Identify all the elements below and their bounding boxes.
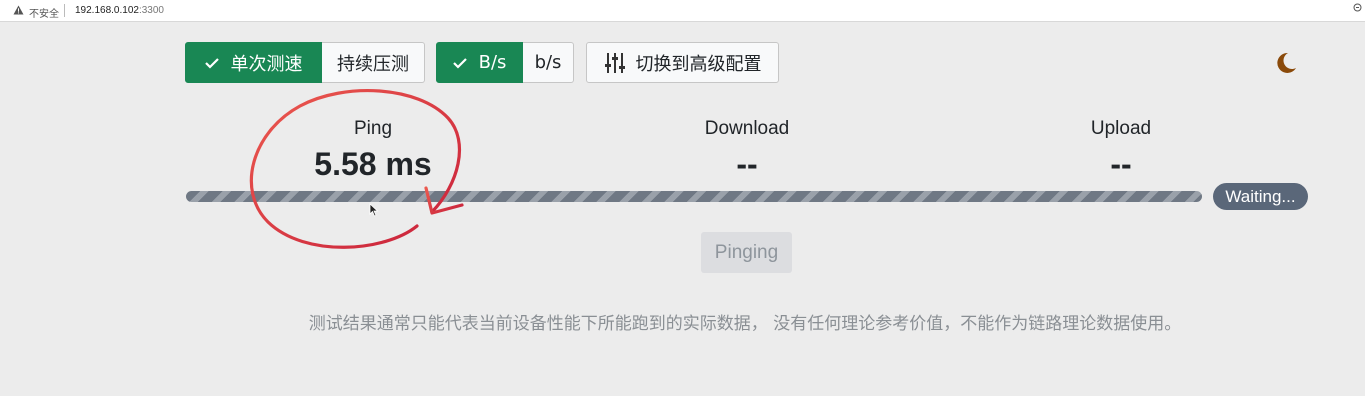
check-icon bbox=[452, 57, 467, 69]
url-host: 192.168.0.102 bbox=[75, 5, 139, 16]
unit-toggle-group: B/s b/s bbox=[436, 42, 574, 83]
continuous-test-label: 持续压测 bbox=[337, 53, 409, 75]
divider bbox=[64, 4, 65, 17]
progress-fill-striped bbox=[186, 191, 1202, 202]
download-stat: Download -- bbox=[627, 118, 867, 183]
url-port: :3300 bbox=[138, 5, 164, 16]
mouse-cursor-icon bbox=[369, 203, 379, 217]
bytes-unit-button[interactable]: B/s bbox=[436, 42, 523, 83]
bytes-unit-label: B/s bbox=[478, 52, 507, 73]
bits-unit-button[interactable]: b/s bbox=[523, 42, 574, 83]
advanced-config-label: 切换到高级配置 bbox=[635, 53, 762, 75]
advanced-config-button[interactable]: 切换到高级配置 bbox=[586, 42, 779, 83]
sliders-icon bbox=[604, 52, 625, 73]
upload-value: -- bbox=[1110, 146, 1132, 182]
ping-label: Ping bbox=[353, 118, 393, 139]
continuous-test-button[interactable]: 持续压测 bbox=[322, 42, 425, 83]
disclaimer-text: 测试结果通常只能代表当前设备性能下所能跑到的实际数据， 没有任何理论参考价值，不… bbox=[308, 314, 1182, 334]
url-text[interactable]: 192.168.0.102:3300 bbox=[75, 5, 164, 16]
warning-icon bbox=[13, 5, 24, 18]
upload-label: Upload bbox=[1090, 118, 1152, 139]
advanced-group: 切换到高级配置 bbox=[586, 42, 779, 83]
download-value: -- bbox=[736, 146, 758, 182]
mode-toggle-group: 单次测速 持续压测 bbox=[185, 42, 425, 83]
ping-stat: Ping 5.58 ms bbox=[253, 118, 493, 183]
check-icon bbox=[204, 57, 219, 69]
bits-unit-label: b/s bbox=[534, 52, 562, 73]
ping-value: 5.58 ms bbox=[314, 146, 432, 182]
single-test-label: 单次测速 bbox=[230, 53, 303, 75]
download-label: Download bbox=[704, 118, 790, 139]
security-label: 不安全 bbox=[29, 9, 59, 20]
status-badge: Waiting... bbox=[1213, 183, 1308, 210]
moon-icon[interactable] bbox=[1274, 51, 1298, 75]
upload-stat: Upload -- bbox=[1001, 118, 1241, 183]
pinging-button[interactable]: Pinging bbox=[701, 232, 792, 273]
browser-address-bar[interactable]: 不安全 192.168.0.102:3300 bbox=[0, 0, 1365, 22]
single-test-button[interactable]: 单次测速 bbox=[185, 42, 322, 83]
zoom-icon[interactable] bbox=[1353, 3, 1363, 13]
progress-bar bbox=[186, 191, 1202, 202]
